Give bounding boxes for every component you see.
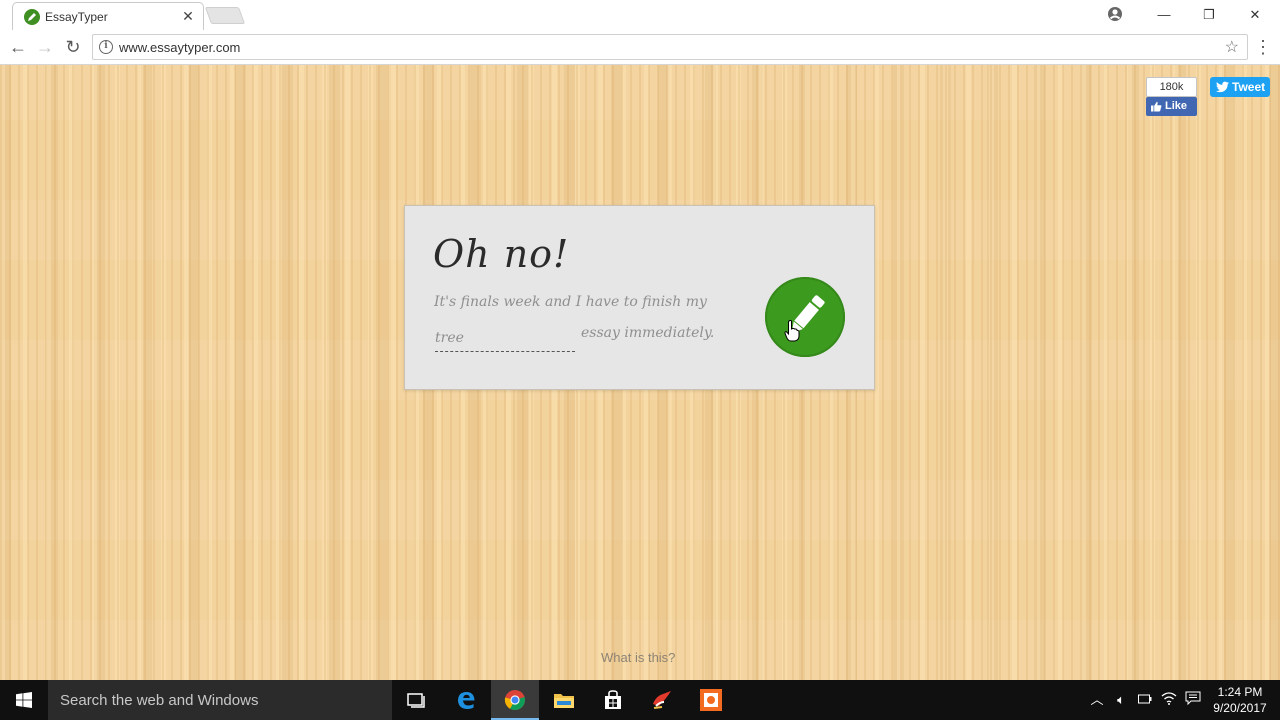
clock-time: 1:24 PM bbox=[1217, 685, 1263, 699]
new-tab-button[interactable] bbox=[204, 7, 246, 24]
store-taskbar-button[interactable] bbox=[589, 680, 637, 720]
taskbar-search-box[interactable]: Search the web and Windows bbox=[48, 680, 392, 720]
wifi-icon[interactable] bbox=[1160, 691, 1178, 709]
windows-logo-icon bbox=[16, 692, 32, 708]
folder-icon bbox=[554, 694, 574, 708]
start-button[interactable] bbox=[0, 680, 48, 720]
hand-cursor-icon bbox=[784, 320, 800, 342]
thumbs-up-icon bbox=[1151, 101, 1162, 112]
chrome-taskbar-button[interactable] bbox=[491, 680, 539, 720]
ccleaner-taskbar-button[interactable] bbox=[638, 680, 686, 720]
action-center-icon[interactable] bbox=[1184, 691, 1202, 709]
task-view-button[interactable] bbox=[392, 680, 440, 720]
info-icon[interactable]: i bbox=[99, 40, 113, 54]
chrome-browser-icon bbox=[504, 690, 525, 711]
ccleaner-icon bbox=[653, 691, 671, 709]
profile-icon[interactable] bbox=[1107, 6, 1123, 22]
minimize-button[interactable]: — bbox=[1141, 0, 1187, 30]
twitter-bird-icon bbox=[1216, 81, 1229, 93]
clock-date: 9/20/2017 bbox=[1213, 701, 1267, 715]
back-arrow-icon[interactable]: ← bbox=[7, 36, 29, 58]
close-window-button[interactable]: ✕ bbox=[1232, 0, 1278, 30]
browser-toolbar: ← → ↻ i www.essaytyper.com ☆ ⋮ bbox=[0, 30, 1280, 65]
recorder-taskbar-button[interactable] bbox=[687, 680, 735, 720]
edge-browser-icon bbox=[458, 692, 475, 709]
address-bar[interactable]: i www.essaytyper.com ☆ bbox=[92, 34, 1248, 60]
pencil-favicon-icon bbox=[24, 9, 40, 25]
what-is-this-link[interactable]: What is this? bbox=[601, 650, 675, 665]
screen-recorder-icon bbox=[700, 689, 722, 711]
essay-topic-input[interactable] bbox=[435, 324, 575, 352]
reload-icon[interactable]: ↻ bbox=[62, 36, 84, 58]
prompt-text-line1: It's finals week and I have to finish my bbox=[434, 294, 707, 310]
facebook-like-label: Like bbox=[1165, 100, 1188, 112]
tweet-button[interactable]: Tweet bbox=[1210, 77, 1270, 97]
url-text[interactable]: www.essaytyper.com bbox=[119, 40, 240, 55]
tab-essaytyper[interactable]: EssayTyper ✕ bbox=[12, 2, 204, 30]
facebook-like-count: 180k bbox=[1146, 77, 1197, 97]
file-explorer-taskbar-button[interactable] bbox=[540, 680, 588, 720]
store-bag-icon bbox=[605, 690, 621, 709]
tweet-label: Tweet bbox=[1232, 80, 1266, 94]
edge-taskbar-button[interactable] bbox=[442, 680, 490, 720]
restore-button[interactable]: ❐ bbox=[1186, 0, 1232, 30]
browser-menu-icon[interactable]: ⋮ bbox=[1254, 35, 1272, 59]
task-view-icon bbox=[407, 693, 425, 708]
tab-title: EssayTyper bbox=[45, 10, 108, 24]
taskbar-clock[interactable]: 1:24 PM 9/20/2017 bbox=[1206, 684, 1274, 716]
bookmark-star-icon[interactable]: ☆ bbox=[1225, 37, 1239, 57]
page-viewport: 180k Like Tweet Oh no! It's finals week … bbox=[0, 65, 1280, 680]
start-typing-button[interactable] bbox=[765, 277, 845, 357]
card-title: Oh no! bbox=[433, 232, 570, 276]
tab-close-icon[interactable]: ✕ bbox=[181, 8, 195, 24]
prompt-text-line2: essay immediately. bbox=[581, 325, 715, 341]
facebook-like-button[interactable]: Like bbox=[1146, 97, 1197, 116]
forward-arrow-icon[interactable]: → bbox=[34, 36, 56, 58]
volume-icon[interactable]: 🔈︎ bbox=[1112, 691, 1130, 709]
browser-tabstrip: EssayTyper ✕ — ❐ ✕ bbox=[0, 0, 1280, 30]
windows-taskbar: Search the web and Windows ︿ 🔈︎ 1:24 PM … bbox=[0, 680, 1280, 720]
essay-prompt-card: Oh no! It's finals week and I have to fi… bbox=[404, 205, 875, 390]
battery-icon[interactable] bbox=[1136, 691, 1154, 709]
taskbar-search-placeholder: Search the web and Windows bbox=[60, 692, 259, 709]
tray-chevron-up-icon[interactable]: ︿ bbox=[1088, 691, 1106, 709]
